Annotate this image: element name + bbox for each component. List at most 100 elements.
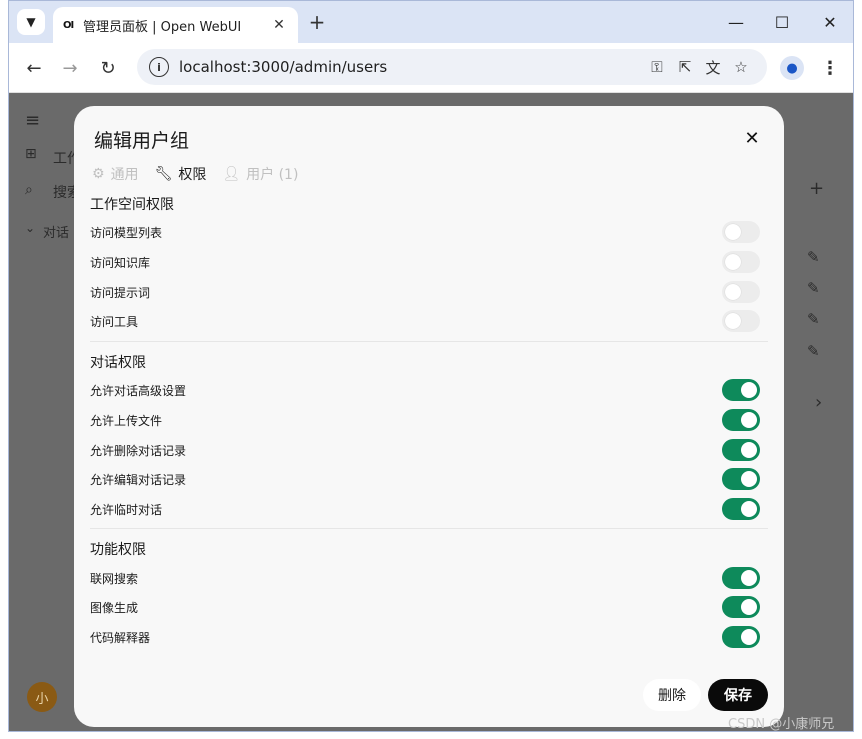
permission-row: 允许上传文件: [90, 408, 760, 432]
tab-label: 通用: [110, 167, 139, 183]
permission-row: 代码解释器: [90, 625, 760, 649]
tab-label: 权限: [178, 167, 207, 183]
open-external-icon[interactable]: ⇱: [671, 58, 699, 76]
toggle-knob: [741, 570, 757, 586]
delete-button[interactable]: 删除: [643, 679, 701, 711]
permission-label: 代码解释器: [90, 630, 151, 645]
close-window-icon[interactable]: ✕: [815, 10, 845, 34]
tab-strip: ▼ OI 管理员面板 | Open WebUI ✕ + — ☐ ✕: [9, 1, 853, 43]
chevron-right-icon: ›: [815, 392, 823, 413]
site-info-icon[interactable]: i: [149, 57, 169, 77]
bookmark-star-icon[interactable]: ☆: [727, 58, 755, 76]
permission-toggle[interactable]: [722, 379, 760, 401]
gear-icon: ⚙: [92, 166, 105, 182]
key-icon[interactable]: ⚿: [643, 58, 671, 76]
tab-permissions[interactable]: 🔧︎ 权限: [155, 164, 207, 184]
permission-row: 访问提示词: [90, 280, 760, 304]
toggle-knob: [741, 599, 757, 615]
permission-toggle[interactable]: [722, 468, 760, 490]
tab-title: 管理员面板 | Open WebUI: [83, 19, 242, 35]
toggle-knob: [741, 382, 757, 398]
permission-row: 允许对话高级设置: [90, 378, 760, 402]
permission-toggle[interactable]: [722, 567, 760, 589]
add-icon: +: [809, 178, 825, 199]
pencil-icon: ✎: [807, 248, 820, 266]
permission-toggle[interactable]: [722, 221, 760, 243]
toggle-knob: [741, 629, 757, 645]
forward-arrow-icon[interactable]: →: [57, 55, 83, 81]
modal-title: 编辑用户组: [94, 130, 190, 152]
permission-toggle[interactable]: [722, 281, 760, 303]
tab-users[interactable]: 👤︎ 用户 (1): [222, 164, 298, 184]
browser-window: ▼ OI 管理员面板 | Open WebUI ✕ + — ☐ ✕ ← → ↻ …: [8, 0, 854, 732]
browser-tab[interactable]: OI 管理员面板 | Open WebUI ✕: [53, 7, 298, 43]
permission-toggle[interactable]: [722, 439, 760, 461]
url-text[interactable]: localhost:3000/admin/users: [179, 58, 643, 76]
search-icon: ⌕: [25, 182, 33, 198]
close-icon[interactable]: ✕: [742, 128, 762, 149]
toggle-knob: [725, 254, 741, 270]
permission-label: 联网搜索: [90, 571, 139, 586]
toggle-knob: [741, 412, 757, 428]
address-bar[interactable]: i localhost:3000/admin/users ⚿ ⇱ 文 ☆: [137, 49, 767, 85]
permission-toggle[interactable]: [722, 409, 760, 431]
toggle-knob: [741, 442, 757, 458]
tab-general[interactable]: ⚙ 通用: [92, 164, 139, 184]
pencil-icon: ✎: [807, 310, 820, 328]
section-divider: [90, 528, 768, 529]
save-button[interactable]: 保存: [708, 679, 768, 711]
permission-label: 访问模型列表: [90, 225, 163, 240]
permission-row: 图像生成: [90, 595, 760, 619]
tab-label: 用户 (1): [246, 167, 299, 183]
permission-label: 访问知识库: [90, 255, 151, 270]
workspace-icon: ⊞: [25, 146, 37, 162]
tab-favicon: OI: [63, 19, 74, 31]
permission-toggle[interactable]: [722, 310, 760, 332]
tab-search-button[interactable]: ▼: [17, 9, 45, 35]
permission-toggle[interactable]: [722, 498, 760, 520]
chevron-down-icon: ⌄: [25, 221, 36, 235]
section-title-chat: 对话权限: [90, 355, 146, 371]
chevron-down-icon: ▼: [26, 15, 36, 29]
permission-row: 允许编辑对话记录: [90, 467, 760, 491]
toggle-knob: [725, 224, 741, 240]
more-menu-icon[interactable]: ⋮: [821, 55, 839, 81]
watermark: CSDN @小康师兄: [728, 717, 835, 732]
permission-row: 允许删除对话记录: [90, 438, 760, 462]
user-add-icon: 👤︎: [222, 166, 241, 182]
reload-icon[interactable]: ↻: [95, 55, 121, 81]
minimize-icon[interactable]: —: [721, 10, 751, 34]
edit-group-modal: 编辑用户组 ✕ ⚙ 通用 🔧︎ 权限 👤︎ 用户 (1) 工作空间权限 访问模型…: [74, 106, 784, 727]
close-tab-icon[interactable]: ✕: [270, 17, 288, 33]
permission-label: 允许编辑对话记录: [90, 472, 187, 487]
section-title-workspace: 工作空间权限: [90, 197, 174, 213]
pencil-icon: ✎: [807, 342, 820, 360]
modal-tabs: ⚙ 通用 🔧︎ 权限 👤︎ 用户 (1): [92, 164, 298, 184]
permission-label: 允许上传文件: [90, 413, 163, 428]
new-tab-button[interactable]: +: [305, 10, 329, 34]
translate-icon[interactable]: 文: [699, 57, 727, 78]
browser-toolbar: ← → ↻ i localhost:3000/admin/users ⚿ ⇱ 文…: [9, 43, 853, 93]
permission-row: 联网搜索: [90, 566, 760, 590]
permission-row: 访问模型列表: [90, 220, 760, 244]
permission-label: 允许对话高级设置: [90, 383, 187, 398]
permission-toggle[interactable]: [722, 626, 760, 648]
toggle-knob: [725, 313, 741, 329]
section-title-features: 功能权限: [90, 542, 146, 558]
toggle-knob: [741, 471, 757, 487]
toggle-knob: [741, 501, 757, 517]
profile-avatar-icon[interactable]: ●: [780, 56, 804, 80]
permission-toggle[interactable]: [722, 596, 760, 618]
permission-label: 访问提示词: [90, 285, 151, 300]
permission-label: 图像生成: [90, 600, 139, 615]
permission-row: 允许临时对话: [90, 497, 760, 521]
maximize-icon[interactable]: ☐: [767, 10, 797, 34]
back-arrow-icon[interactable]: ←: [21, 55, 47, 81]
permission-label: 允许临时对话: [90, 502, 163, 517]
section-divider: [90, 341, 768, 342]
permission-toggle[interactable]: [722, 251, 760, 273]
toggle-knob: [725, 284, 741, 300]
pencil-icon: ✎: [807, 279, 820, 297]
permission-label: 允许删除对话记录: [90, 443, 187, 458]
menu-icon: ≡: [25, 110, 41, 131]
